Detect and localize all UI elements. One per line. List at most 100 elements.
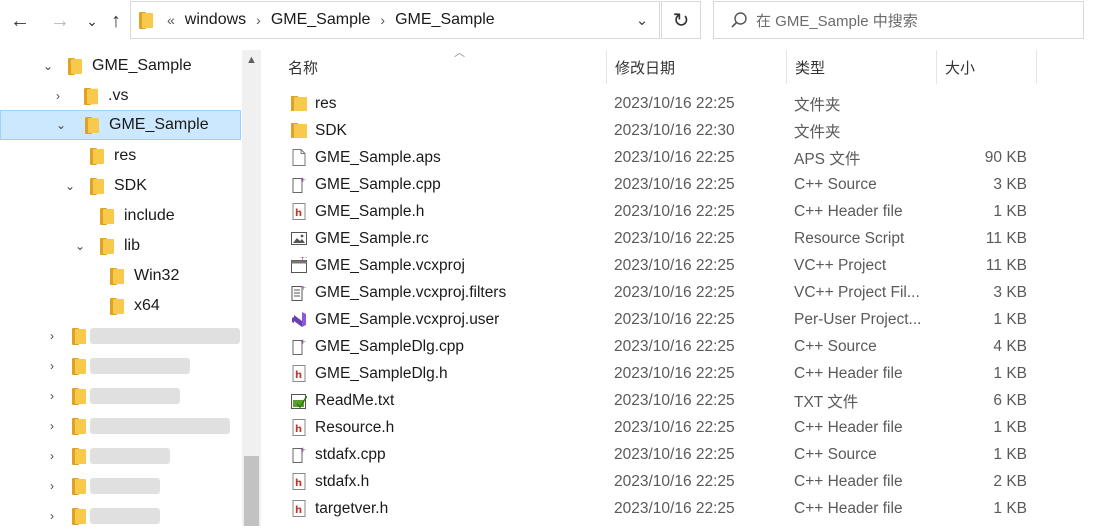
svg-text:++: ++ (300, 338, 307, 346)
file-row[interactable]: SDK 2023/10/16 22:30 文件夹 (262, 117, 1095, 144)
file-row[interactable]: h stdafx.h 2023/10/16 22:25 C++ Header file… (262, 468, 1095, 495)
tree-item-redacted[interactable]: › (44, 501, 240, 531)
tree-item-redacted[interactable]: › (44, 411, 240, 441)
breadcrumb-gme-sample[interactable]: GME_Sample (271, 11, 371, 29)
folder-icon (85, 116, 99, 134)
file-row[interactable]: res 2023/10/16 22:25 文件夹 (262, 90, 1095, 117)
file-row[interactable]: h targetver.h 2023/10/16 22:25 C++ Header f… (262, 495, 1095, 522)
tree-item-sdk[interactable]: ⌄ SDK (62, 171, 240, 201)
folder-icon (72, 477, 86, 495)
file-row[interactable]: ++ stdafx.cpp 2023/10/16 22:25 C++ Source 1 … (262, 441, 1095, 468)
tree-item-vs[interactable]: › .vs (50, 81, 240, 111)
file-size (942, 117, 1027, 144)
file-row[interactable]: h GME_SampleDlg.h 2023/10/16 22:25 C++ Head… (262, 360, 1095, 387)
column-header-name[interactable]: ︿ 名称 (280, 47, 606, 84)
tree-item-x64[interactable]: x64 (110, 291, 240, 321)
scrollbar-thumb[interactable] (244, 456, 259, 526)
address-bar[interactable]: « windows › GME_Sample › GME_Sample (130, 1, 660, 39)
svg-text:h: h (295, 478, 302, 489)
file-size: 4 KB (993, 337, 1027, 355)
forward-button[interactable]: → (48, 9, 72, 33)
chevron-right-icon[interactable]: › (44, 419, 60, 433)
folder-icon (72, 417, 86, 435)
chevron-right-icon[interactable]: › (44, 389, 60, 403)
search-input[interactable]: 在 GME_Sample 中搜索 (713, 1, 1084, 39)
refresh-button[interactable]: ↻ (661, 1, 701, 39)
breadcrumb-gme-sample-current[interactable]: GME_Sample (395, 11, 495, 29)
tree-item-redacted[interactable]: › (44, 321, 240, 351)
file-name: GME_Sample.aps (315, 148, 441, 166)
overflow-chevron[interactable]: « (167, 12, 175, 28)
breadcrumb-windows[interactable]: windows (185, 11, 246, 29)
tree-item-lib[interactable]: ⌄ lib (72, 231, 240, 261)
file-row[interactable]: h Resource.h 2023/10/16 22:25 C++ Header fi… (262, 414, 1095, 441)
file-row[interactable]: ReadMe.txt 2023/10/16 22:25 TXT 文件 6 KB (262, 387, 1095, 414)
file-row[interactable]: ++ GME_Sample.cpp 2023/10/16 22:25 C++ Sour… (262, 171, 1095, 198)
redacted-label (90, 418, 230, 434)
chevron-down-icon[interactable]: ⌄ (53, 118, 69, 132)
back-button[interactable]: ← (8, 9, 32, 33)
chevron-down-icon[interactable]: ⌄ (62, 179, 78, 193)
column-header-type[interactable]: 类型 (786, 50, 936, 84)
file-row[interactable]: ++ GME_SampleDlg.cpp 2023/10/16 22:25 C++ S… (262, 333, 1095, 360)
refresh-icon: ↻ (672, 9, 690, 32)
chevron-right-icon[interactable]: › (44, 329, 60, 343)
tree-item-redacted[interactable]: › (44, 381, 240, 411)
chevron-right-icon[interactable]: › (44, 479, 60, 493)
up-button[interactable]: ↑ (104, 9, 128, 33)
file-date: 2023/10/16 22:25 (614, 364, 735, 382)
tree-item-label: SDK (114, 177, 147, 194)
folder-icon (139, 11, 153, 29)
forward-arrow-icon: → (50, 9, 70, 32)
file-date: 2023/10/16 22:25 (614, 310, 735, 328)
folder-icon (90, 147, 104, 165)
file-size: 1 KB (993, 445, 1027, 463)
tree-item-gme-sample-root[interactable]: ⌄ GME_Sample (40, 51, 240, 81)
file-type: 文件夹 (794, 123, 841, 141)
search-placeholder: 在 GME_Sample 中搜索 (756, 12, 918, 30)
chevron-right-icon[interactable]: › (44, 509, 60, 523)
file-type: Resource Script (794, 229, 905, 247)
column-header-label: 名称 (288, 59, 319, 77)
file-row[interactable]: GME_Sample.rc 2023/10/16 22:25 Resource Sc… (262, 225, 1095, 252)
tree-item-include[interactable]: include (100, 201, 240, 231)
svg-text:++: ++ (301, 285, 307, 292)
tree-item-redacted[interactable]: › (44, 441, 240, 471)
chevron-down-icon[interactable]: ⌄ (72, 239, 88, 253)
chevron-down-icon[interactable]: ⌄ (40, 59, 56, 73)
folder-icon (110, 297, 124, 315)
tree-item-win32[interactable]: Win32 (110, 261, 240, 291)
chevron-right-icon[interactable]: › (44, 359, 60, 373)
file-row[interactable]: GME_Sample.aps 2023/10/16 22:25 APS 文件 90 K… (262, 144, 1095, 171)
file-date: 2023/10/16 22:25 (614, 202, 735, 220)
address-dropdown-button[interactable]: ⌄ (630, 10, 654, 30)
tree-item-label: lib (124, 237, 141, 254)
file-row[interactable]: ++ GME_Sample.vcxproj 2023/10/16 22:25 VC++… (262, 252, 1095, 279)
chevron-right-icon[interactable]: › (50, 89, 66, 103)
tree-item-res[interactable]: res (90, 141, 240, 171)
svg-text:++: ++ (300, 257, 307, 262)
file-row[interactable]: h GME_Sample.h 2023/10/16 22:25 C++ Header … (262, 198, 1095, 225)
column-header-date[interactable]: 修改日期 (606, 50, 786, 84)
tree-item-redacted[interactable]: › (44, 471, 240, 501)
tree-item-label: x64 (134, 297, 160, 314)
file-row[interactable]: ++ GME_Sample.vcxproj.filters 2023/10/16 2… (262, 279, 1095, 306)
tree-item-gme-sample-selected[interactable]: ⌄ GME_Sample (0, 110, 241, 140)
tree-item-label: Win32 (134, 267, 180, 284)
file-name: Resource.h (315, 418, 395, 436)
file-type: APS 文件 (794, 150, 861, 168)
tree-item-redacted[interactable]: › (44, 351, 240, 381)
breadcrumb-separator[interactable]: › (380, 12, 385, 28)
file-type: C++ Header file (794, 499, 903, 517)
column-header-size[interactable]: 大小 (936, 50, 1036, 84)
scroll-up-icon[interactable]: ▲ (242, 54, 261, 66)
file-name: GME_Sample.rc (315, 229, 429, 247)
redacted-label (90, 448, 170, 464)
breadcrumb-separator[interactable]: › (256, 12, 261, 28)
chevron-right-icon[interactable]: › (44, 449, 60, 463)
tree-scrollbar[interactable]: ▲ (242, 50, 261, 526)
file-size: 6 KB (993, 391, 1027, 409)
file-row[interactable]: GME_Sample.vcxproj.user 2023/10/16 22:25 P… (262, 306, 1095, 333)
redacted-label (90, 328, 240, 344)
recent-locations-button[interactable]: ⌄ (80, 9, 104, 33)
